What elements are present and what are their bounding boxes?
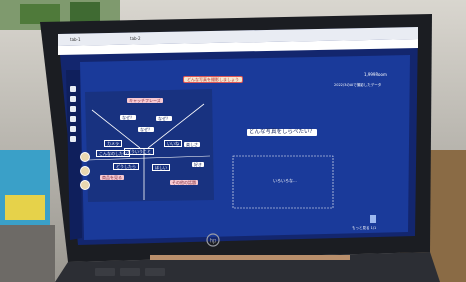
white-sticky-note[interactable]: 楽しさ (184, 142, 200, 147)
white-sticky-note[interactable]: なぜ？ (120, 115, 136, 120)
board-label[interactable]: どういうこと (124, 148, 154, 155)
pen-tool-icon[interactable] (70, 96, 76, 102)
pink-sticky-note[interactable]: キャッチフレーズ (127, 98, 163, 103)
sticky-note-tool-icon[interactable] (70, 106, 76, 112)
board-label[interactable]: いいね (164, 140, 182, 147)
browser-tab-1[interactable]: tab-1 (70, 37, 81, 42)
question-box[interactable]: どんな写真をしらべたい？ (247, 129, 318, 136)
white-sticky-note[interactable]: なぜ？ (138, 127, 154, 132)
participant-avatar[interactable] (80, 180, 90, 190)
top-banner: どんな写真を撮影しましょう (183, 76, 243, 83)
region-label[interactable]: いろいろな... (273, 178, 297, 183)
text-tool-icon[interactable] (70, 126, 76, 132)
pink-sticky-note[interactable]: その他の話題 (170, 180, 198, 185)
white-sticky-note[interactable]: 好き (192, 162, 204, 167)
board-title: 2022/3のAIで撮影したデータ (334, 83, 382, 87)
hp-logo-icon: hp (206, 233, 220, 247)
shape-tool-icon[interactable] (70, 116, 76, 122)
board-label[interactable]: どうしたら (113, 163, 139, 170)
image-tool-icon[interactable] (70, 136, 76, 142)
browser-tab-2[interactable]: tab-2 (130, 36, 141, 41)
photo-scene: tab-1 tab-2 どんな写真を撮影しましょう 1,999Room 2022… (0, 0, 466, 282)
room-id-label: 1,999Room (364, 72, 387, 77)
participant-avatar[interactable] (80, 166, 90, 176)
white-sticky-note[interactable]: なぜ？ (156, 116, 172, 121)
board-label[interactable]: ほしい (152, 164, 170, 171)
page-indicator[interactable]: もっと見る 1/1 (352, 226, 376, 231)
pink-sticky-note[interactable]: 商品を見る (100, 175, 124, 180)
participant-avatar[interactable] (80, 152, 90, 162)
select-tool-icon[interactable] (70, 86, 76, 92)
board-label[interactable]: カメラ (104, 140, 122, 147)
svg-text:hp: hp (210, 239, 217, 245)
